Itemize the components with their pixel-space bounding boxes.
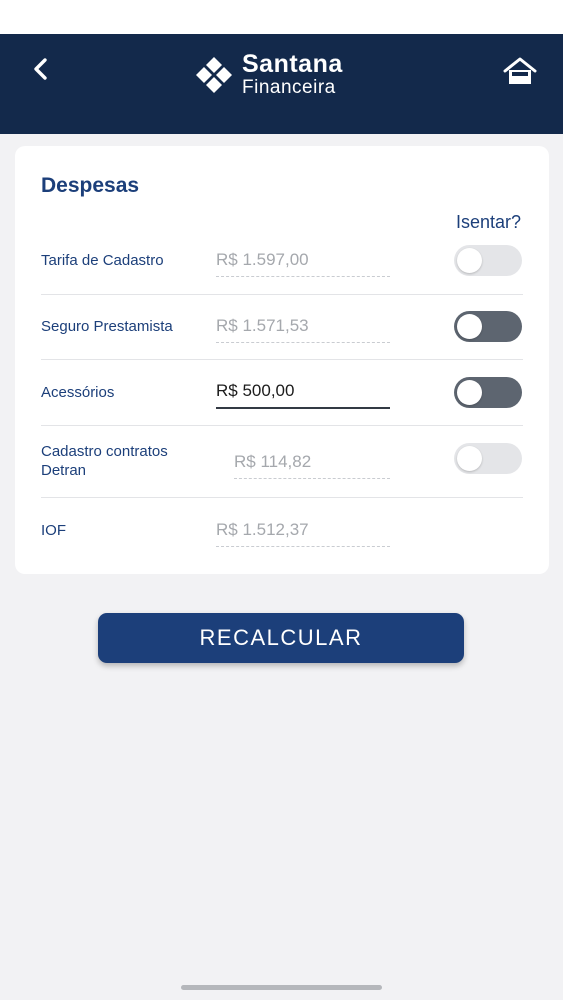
home-button[interactable] — [502, 56, 538, 86]
exempt-toggle-cadastro-detran[interactable] — [454, 443, 522, 474]
divider — [41, 294, 523, 295]
exempt-toggle-acessorios[interactable] — [454, 377, 522, 408]
brand-name: Santana — [242, 50, 343, 78]
chevron-left-icon — [34, 58, 47, 80]
expense-label-iof: IOF — [41, 522, 66, 539]
exempt-column-header: Isentar? — [455, 212, 521, 232]
expense-label-cadastro-detran: Cadastro contratos Detran — [41, 442, 168, 480]
expenses-card: Despesas Isentar? Tarifa de Cadastro R$ … — [15, 146, 549, 574]
expense-value-tarifa-cadastro[interactable]: R$ 1.597,00 — [216, 250, 390, 277]
expense-value-cadastro-detran[interactable]: R$ 114,82 — [234, 452, 390, 479]
status-bar — [0, 0, 563, 34]
exempt-toggle-tarifa-cadastro[interactable] — [454, 245, 522, 276]
expense-label-line: Detran — [41, 462, 87, 479]
expense-value-seguro-prestamista[interactable]: R$ 1.571,53 — [216, 316, 390, 343]
divider — [41, 425, 523, 426]
card-title: Despesas — [41, 174, 140, 197]
home-indicator — [181, 985, 382, 990]
recalculate-button[interactable]: RECALCULAR — [98, 613, 464, 663]
expense-value-iof: R$ 1.512,37 — [216, 520, 390, 547]
expense-label-tarifa-cadastro: Tarifa de Cadastro — [41, 252, 164, 269]
expense-label-seguro-prestamista: Seguro Prestamista — [41, 318, 173, 335]
back-button[interactable] — [28, 56, 54, 82]
expense-label-line: Cadastro contratos — [41, 443, 168, 460]
divider — [41, 359, 523, 360]
expense-label-acessorios: Acessórios — [41, 384, 115, 401]
divider — [41, 497, 523, 498]
home-icon — [503, 57, 537, 84]
brand-subtitle: Financeira — [242, 77, 336, 98]
expense-value-acessorios[interactable]: R$ 500,00 — [216, 381, 390, 409]
exempt-toggle-seguro-prestamista[interactable] — [454, 311, 522, 342]
diamond-logo-icon — [196, 56, 232, 93]
brand-logo: Santana Financeira — [192, 52, 343, 97]
